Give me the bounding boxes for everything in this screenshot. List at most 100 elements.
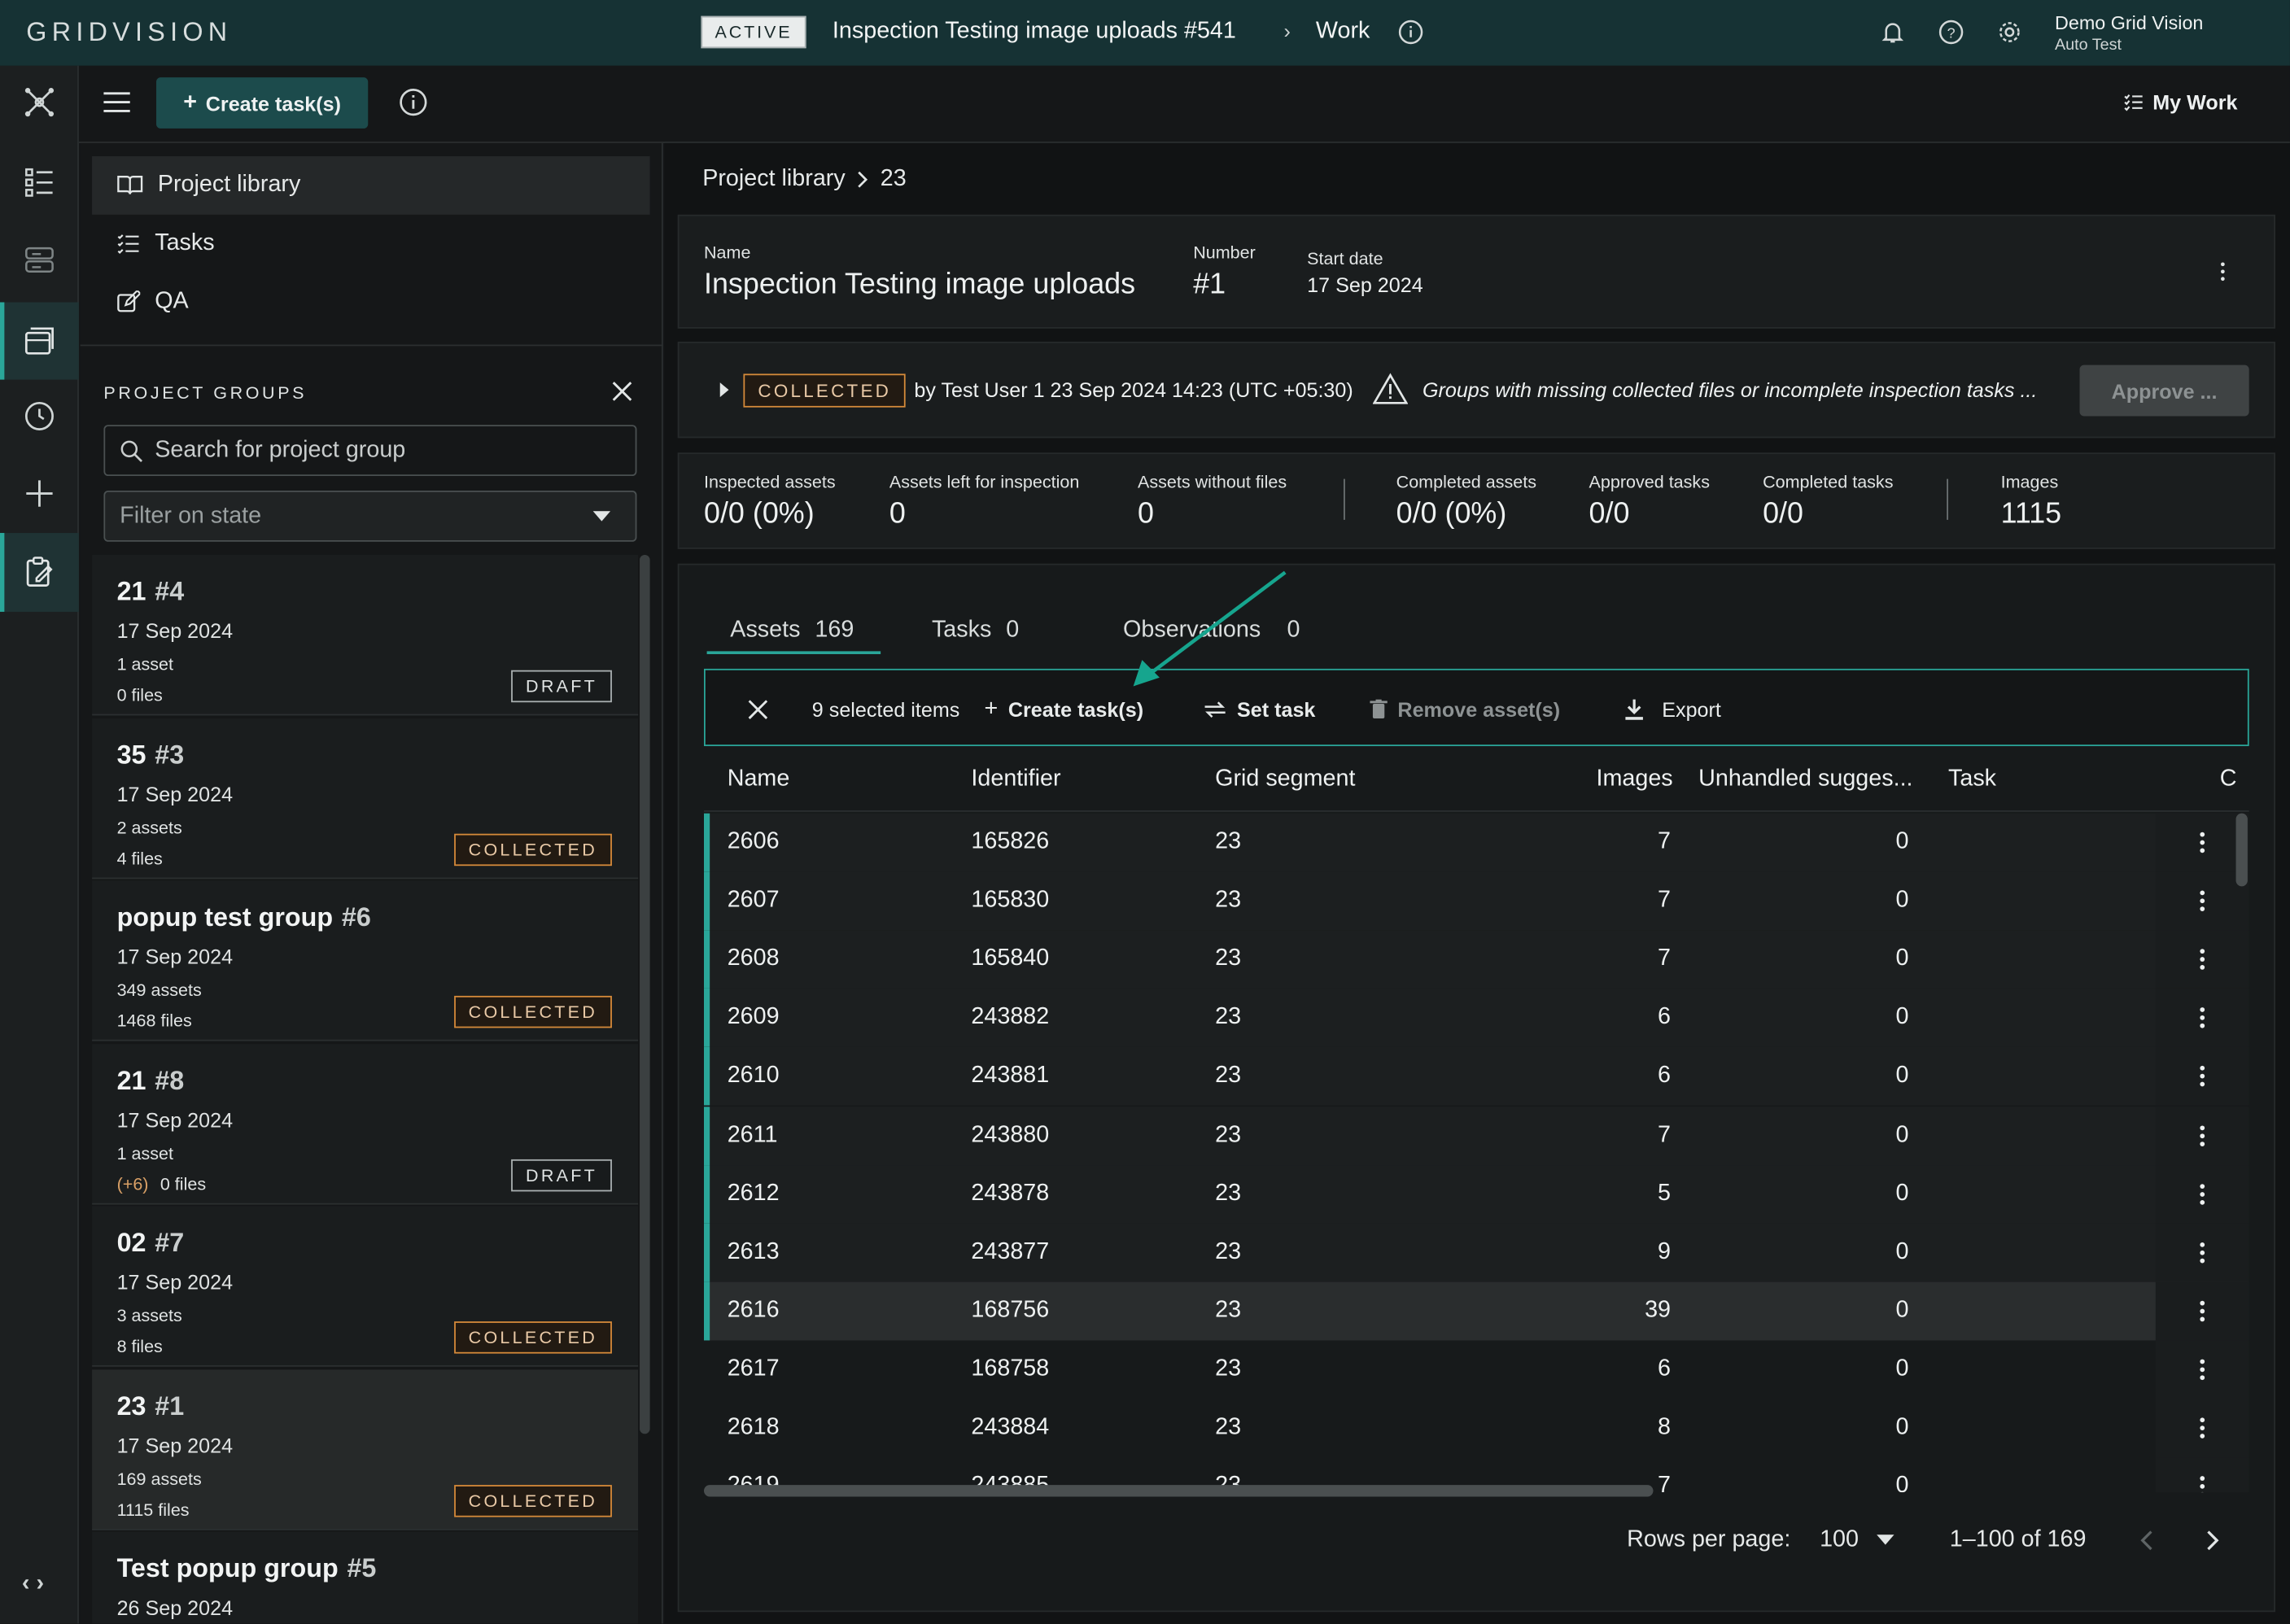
horizontal-scrollbar[interactable] — [703, 1485, 1654, 1497]
more-menu-icon[interactable] — [2215, 259, 2230, 285]
stat-label: Assets left for inspection — [889, 471, 1080, 492]
rail-tasks[interactable] — [0, 146, 79, 219]
col-c[interactable]: C — [2220, 766, 2237, 792]
row-menu-icon[interactable] — [2155, 1281, 2249, 1341]
row-selected-indicator — [703, 989, 710, 1048]
create-tasks-action[interactable]: + Create task(s) — [985, 670, 1144, 748]
menu-icon[interactable] — [103, 89, 132, 115]
group-assets: 169 assets — [116, 1468, 202, 1489]
rail-network[interactable] — [0, 66, 79, 139]
sidebar-scrollbar[interactable] — [640, 554, 650, 1434]
group-search[interactable] — [103, 425, 637, 477]
project-group-card[interactable]: 35 #3 17 Sep 2024 2 assets 4 files COLLECTED — [92, 718, 639, 879]
row-menu-icon[interactable] — [2155, 1340, 2249, 1399]
group-state-badge: COLLECTED — [453, 1321, 612, 1354]
annotation-arrow-icon — [1133, 570, 1287, 687]
col-images[interactable]: Images — [1596, 766, 1672, 792]
table-row[interactable]: 2608 165840 23 7 0 — [703, 930, 2249, 989]
rail-database[interactable] — [0, 224, 79, 297]
row-menu-icon[interactable] — [2155, 1047, 2249, 1107]
stat-value: 0 — [889, 497, 906, 530]
start-date-label: Start date — [1307, 248, 1383, 269]
project-group-card[interactable]: popup test group #6 17 Sep 2024 349 assets 1… — [92, 880, 639, 1041]
clear-selection-button[interactable] — [748, 670, 768, 748]
group-title: popup test group #6 — [116, 902, 371, 932]
row-menu-icon[interactable] — [2155, 813, 2249, 872]
group-title: 35 #3 — [116, 739, 185, 769]
info-icon[interactable] — [1397, 19, 1423, 45]
table-row[interactable]: 2611 243880 23 7 0 — [703, 1106, 2249, 1165]
table-row[interactable]: 2607 165830 23 7 0 — [703, 871, 2249, 931]
col-grid-segment[interactable]: Grid segment — [1215, 766, 1355, 792]
table-row[interactable]: 2606 165826 23 7 0 — [703, 813, 2249, 872]
vertical-scrollbar[interactable] — [2235, 813, 2248, 887]
tab-tasks[interactable]: Tasks 0 — [932, 618, 1019, 644]
table-row[interactable]: 2609 243882 23 6 0 — [703, 989, 2249, 1048]
col-task[interactable]: Task — [1948, 766, 1996, 792]
my-work-button[interactable]: My Work — [2123, 90, 2237, 114]
breadcrumb-project-library[interactable]: Project library — [702, 167, 846, 193]
nav-project-library[interactable]: Project library — [92, 156, 650, 215]
row-selected-indicator — [703, 871, 710, 931]
rail-history[interactable] — [0, 380, 79, 453]
gear-icon[interactable] — [1996, 19, 2022, 45]
row-selected-indicator — [703, 813, 710, 872]
project-groups-header: PROJECT GROUPS — [103, 382, 308, 404]
export-action[interactable]: Export — [1624, 670, 1721, 748]
project-group-card[interactable]: Test popup group #5 26 Sep 2024 — [92, 1531, 639, 1624]
prev-page-icon[interactable] — [2139, 1530, 2154, 1551]
cell-images: 7 — [1658, 946, 1672, 971]
row-menu-icon[interactable] — [2155, 930, 2249, 989]
expand-rail-icon[interactable]: ‹ › — [22, 1571, 44, 1597]
state-filter-select[interactable]: Filter on state — [103, 490, 637, 542]
row-menu-icon[interactable] — [2155, 1106, 2249, 1165]
row-menu-icon[interactable] — [2155, 871, 2249, 931]
table-row[interactable]: 2610 243881 23 6 0 — [703, 1047, 2249, 1107]
create-task-button[interactable]: + Create task(s) — [156, 77, 369, 129]
user-name[interactable]: Demo Grid Vision — [2055, 11, 2203, 33]
table-row[interactable]: 2612 243878 23 5 0 — [703, 1164, 2249, 1224]
info-icon[interactable] — [399, 88, 428, 117]
rows-per-page-select[interactable]: 100 — [1820, 1527, 1894, 1553]
table-row[interactable]: 2616 168756 23 39 0 — [703, 1281, 2249, 1341]
bell-icon[interactable] — [1880, 19, 1906, 45]
project-group-card[interactable]: 02 #7 17 Sep 2024 3 assets 8 files COLLECTED — [92, 1206, 639, 1367]
approve-button[interactable]: Approve ... — [2079, 365, 2249, 417]
svg-text:?: ? — [1947, 25, 1956, 41]
project-group-card[interactable]: 23 #1 17 Sep 2024 169 assets 1115 files COLLE… — [92, 1369, 639, 1530]
cell-images: 6 — [1658, 1063, 1672, 1089]
project-group-card[interactable]: 21 #8 17 Sep 2024 1 asset (+6) 0 files DRAFT — [92, 1043, 639, 1204]
rail-inspection[interactable] — [0, 533, 79, 612]
table-row[interactable]: 2618 243884 23 8 0 — [704, 1399, 2249, 1458]
search-input[interactable] — [155, 437, 593, 464]
remove-assets-action[interactable]: Remove asset(s) — [1370, 670, 1560, 748]
row-menu-icon[interactable] — [2155, 1223, 2249, 1282]
row-menu-icon[interactable] — [2155, 1457, 2249, 1493]
project-title[interactable]: Inspection Testing image uploads #541 — [833, 19, 1236, 45]
cell-identifier: 243877 — [971, 1239, 1050, 1264]
row-menu-icon[interactable] — [2155, 989, 2249, 1048]
help-icon[interactable]: ? — [1938, 19, 1964, 45]
row-menu-icon[interactable] — [2155, 1399, 2249, 1458]
table-row[interactable]: 2613 243877 23 9 0 — [703, 1223, 2249, 1282]
close-icon[interactable] — [612, 381, 632, 401]
next-page-icon[interactable] — [2205, 1530, 2220, 1551]
stat-value: 0/0 (0%) — [1396, 497, 1507, 530]
table-row[interactable]: 2617 168758 23 6 0 — [704, 1340, 2249, 1399]
nav-qa[interactable]: QA — [92, 273, 650, 332]
row-menu-icon[interactable] — [2155, 1164, 2249, 1224]
nav-tasks[interactable]: Tasks — [92, 215, 650, 273]
rail-projects[interactable] — [0, 302, 79, 380]
section-title: Work — [1315, 19, 1370, 44]
group-date: 26 Sep 2024 — [116, 1596, 234, 1620]
expand-caret-icon[interactable] — [719, 382, 730, 398]
project-group-card[interactable]: 21 #4 17 Sep 2024 1 asset 0 files DRAFT — [92, 554, 639, 716]
rail-add[interactable] — [0, 457, 79, 530]
cell-images: 39 — [1645, 1298, 1672, 1323]
col-unhandled[interactable]: Unhandled sugges... — [1698, 766, 1912, 792]
col-identifier[interactable]: Identifier — [971, 766, 1060, 792]
col-name[interactable]: Name — [728, 766, 790, 792]
app-logo[interactable]: GRIDVISION — [26, 18, 232, 49]
tab-assets[interactable]: Assets 169 — [730, 618, 854, 644]
row-selected-indicator — [703, 1281, 710, 1341]
